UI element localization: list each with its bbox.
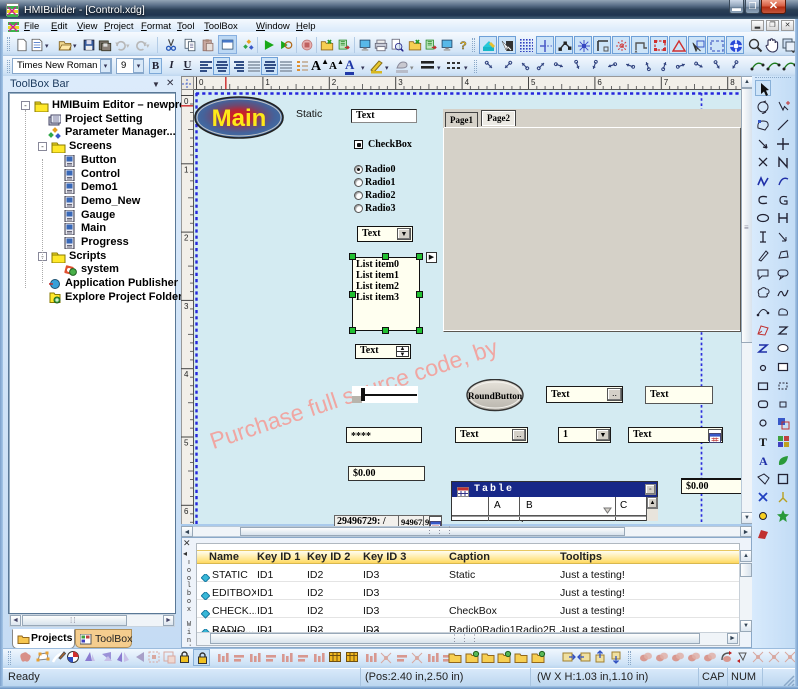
svg-text:3: 3	[398, 78, 403, 87]
svg-text:0: 0	[184, 97, 189, 106]
svg-text:4: 4	[184, 370, 189, 379]
svg-text:5: 5	[184, 439, 189, 448]
svg-text:6: 6	[597, 78, 602, 87]
svg-text:RoundButton: RoundButton	[468, 392, 523, 402]
svg-text:3: 3	[184, 302, 189, 311]
svg-text:?: ?	[460, 40, 467, 51]
svg-text:5: 5	[531, 78, 536, 87]
svg-text:Main: Main	[212, 105, 267, 132]
svg-text:2: 2	[332, 78, 337, 87]
svg-text:8: 8	[730, 78, 735, 87]
svg-text:1: 1	[265, 78, 270, 87]
svg-text:7: 7	[664, 78, 669, 87]
svg-text:4: 4	[465, 78, 470, 87]
svg-text:T: T	[759, 435, 767, 448]
svg-text:1: 1	[184, 165, 189, 174]
svg-text:A: A	[759, 454, 768, 467]
svg-text:0: 0	[199, 78, 204, 87]
svg-text:6: 6	[184, 507, 189, 516]
svg-text:2: 2	[184, 234, 189, 243]
